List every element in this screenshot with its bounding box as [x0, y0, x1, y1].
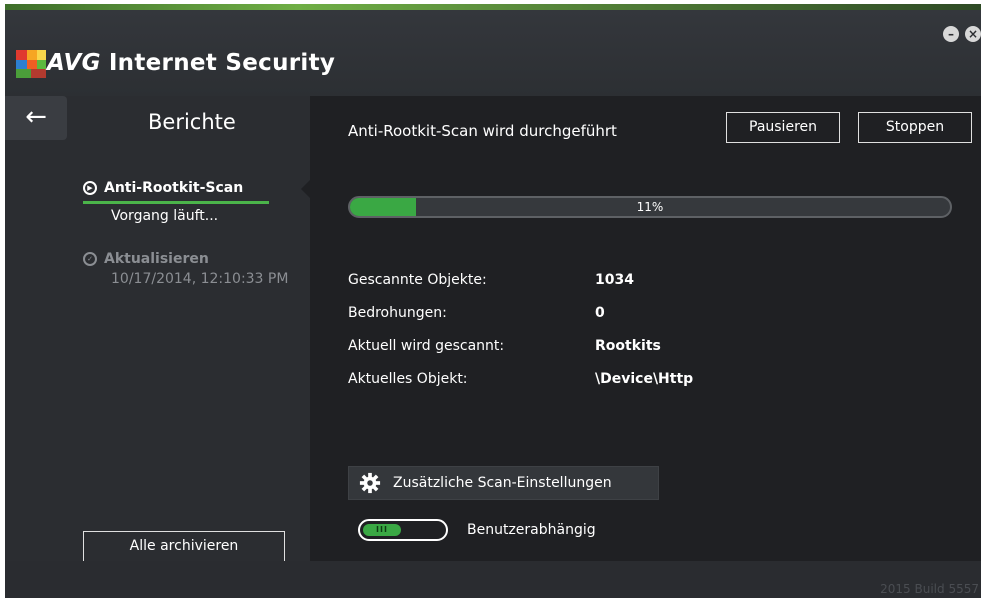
minimize-button[interactable]: –	[943, 26, 959, 42]
current-object-value: \Device\Http	[595, 370, 694, 387]
close-button[interactable]: ×	[965, 26, 981, 42]
sidebar-item-status: Vorgang läuft...	[111, 208, 219, 224]
gear-icon	[359, 472, 381, 494]
play-circle-icon: ▶	[83, 181, 97, 195]
archive-all-button[interactable]: Alle archivieren	[83, 531, 285, 562]
pause-button[interactable]: Pausieren	[726, 112, 840, 143]
stop-button[interactable]: Stoppen	[858, 112, 972, 143]
sidebar-item-anti-rootkit-scan[interactable]: ▶ Anti-Rootkit-Scan Vorgang läuft...	[83, 180, 303, 224]
check-circle-icon: ✓	[83, 252, 97, 266]
build-version: 2015 Build 5557	[880, 582, 979, 596]
stat-row: Aktuell wird gescannt: Rootkits	[348, 329, 693, 362]
page-title: Anti-Rootkit-Scan wird durchgeführt	[348, 122, 617, 140]
main-panel: Anti-Rootkit-Scan wird durchgeführt Paus…	[310, 96, 981, 561]
app-window: AVG Internet Security – × ← Berichte ▶ An…	[5, 4, 981, 598]
sidebar-item-label: Anti-Rootkit-Scan	[104, 180, 244, 196]
user-dependent-label: Benutzerabhängig	[467, 522, 596, 538]
stat-row: Aktuelles Objekt: \Device\Http	[348, 362, 693, 395]
back-button[interactable]: ←	[5, 96, 67, 140]
currently-scanning-value: Rootkits	[595, 337, 661, 354]
stat-row: Bedrohungen: 0	[348, 296, 693, 329]
active-item-pointer	[301, 180, 310, 198]
sidebar: ← Berichte ▶ Anti-Rootkit-Scan Vorgang l…	[5, 96, 310, 562]
progress-percent: 11%	[636, 200, 664, 214]
threats-value: 0	[595, 304, 605, 321]
scanned-objects-value: 1034	[595, 271, 634, 288]
app-title: AVG Internet Security	[47, 50, 335, 76]
sidebar-title: Berichte	[148, 110, 236, 134]
additional-scan-settings-label: Zusätzliche Scan-Einstellungen	[393, 475, 612, 491]
avg-logo-icon	[16, 50, 46, 78]
currently-scanning-label: Aktuell wird gescannt:	[348, 337, 505, 354]
sidebar-item-label: Aktualisieren	[104, 251, 209, 267]
stat-row: Gescannte Objekte: 1034	[348, 263, 693, 296]
sidebar-item-timestamp: 10/17/2014, 12:10:33 PM	[111, 271, 289, 287]
app-title-product: Internet Security	[108, 50, 336, 76]
scan-progress-bar: 11%	[348, 196, 952, 218]
active-item-underline	[83, 201, 269, 204]
additional-scan-settings-button[interactable]: Zusätzliche Scan-Einstellungen	[348, 466, 659, 500]
current-object-label: Aktuelles Objekt:	[348, 370, 468, 387]
user-dependent-toggle[interactable]: III	[358, 519, 448, 541]
status-bar: 2015 Build 5557	[5, 561, 981, 598]
threats-label: Bedrohungen:	[348, 304, 447, 321]
scan-stats: Gescannte Objekte: 1034 Bedrohungen: 0 A…	[348, 263, 693, 395]
toggle-knob: III	[363, 524, 401, 536]
app-title-brand: AVG	[47, 50, 101, 76]
scanned-objects-label: Gescannte Objekte:	[348, 271, 487, 288]
sidebar-item-aktualisieren[interactable]: ✓ Aktualisieren 10/17/2014, 12:10:33 PM	[83, 251, 303, 289]
title-bar: AVG Internet Security – ×	[5, 10, 981, 96]
